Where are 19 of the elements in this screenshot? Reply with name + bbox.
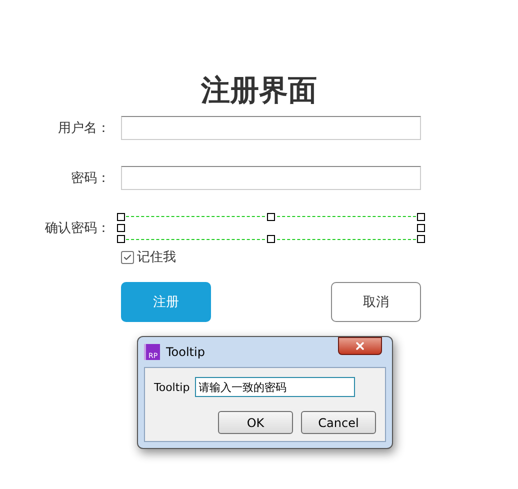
field-label: 确认密码： bbox=[44, 220, 110, 237]
close-icon bbox=[354, 340, 366, 352]
page-title: 注册界面 bbox=[200, 72, 318, 108]
input-field[interactable] bbox=[121, 116, 421, 140]
dialog-title: Tooltip bbox=[166, 345, 205, 359]
checkbox[interactable] bbox=[121, 250, 134, 264]
checkbox-label: 记住我 bbox=[137, 249, 176, 266]
tooltip-field[interactable]: 请输入一致的密码 bbox=[194, 377, 355, 397]
close-button[interactable] bbox=[338, 337, 382, 355]
resize-handle[interactable] bbox=[267, 235, 275, 243]
resize-handle[interactable] bbox=[267, 213, 275, 221]
ok-button[interactable]: OK bbox=[218, 411, 293, 434]
field-label: 用户名： bbox=[57, 120, 110, 137]
cancel-button[interactable]: 取消 bbox=[331, 282, 421, 322]
cancel-button[interactable]: Cancel bbox=[301, 411, 376, 434]
field-label: Tooltip bbox=[154, 380, 190, 394]
input-field[interactable] bbox=[121, 166, 421, 190]
field-label: 密码： bbox=[70, 170, 110, 187]
check-icon bbox=[123, 252, 132, 262]
